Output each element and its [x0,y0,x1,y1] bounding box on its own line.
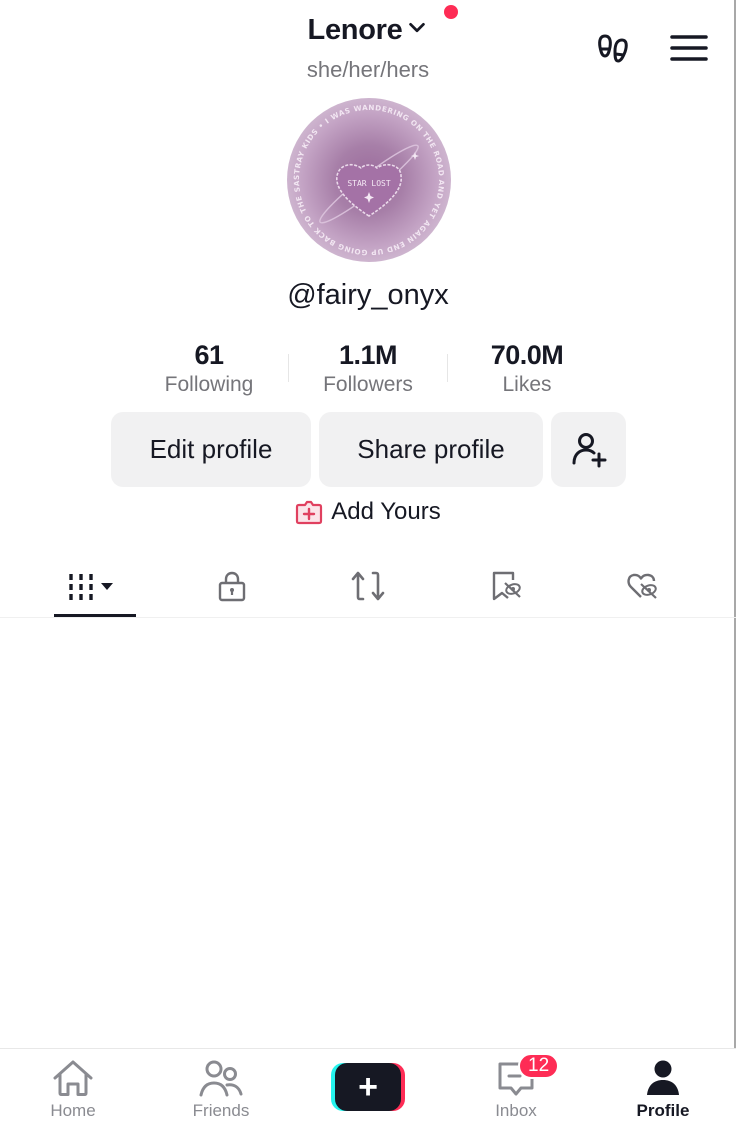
menu-icon [670,35,708,61]
inbox-badge: 12 [518,1053,560,1079]
active-tab-indicator [54,614,136,617]
stat-label: Followers [323,373,413,396]
stat-likes[interactable]: 70.0M Likes [448,340,606,404]
nav-profile[interactable]: Profile [613,1057,713,1121]
bookmark-hidden-icon [492,571,521,601]
profile-header: Lenore she/her/hers [0,0,736,90]
notification-dot [444,5,458,19]
profile-tabs [0,556,736,618]
bottom-navigation: Home Friends + Inbox 12 Profile [0,1048,736,1129]
stat-following[interactable]: 61 Following [130,340,288,404]
stat-value: 1.1M [338,340,398,370]
chevron-down-icon [406,14,428,47]
add-yours-link[interactable]: Add Yours [0,498,736,526]
profile-icon [647,1060,679,1095]
repost-icon [351,571,385,601]
stat-value: 61 [194,340,224,370]
nav-label: Profile [636,1101,690,1120]
create-plus-icon: + [335,1063,401,1111]
person-add-icon [572,432,606,467]
nav-label: Home [50,1101,96,1120]
heart-hidden-icon [627,573,657,599]
add-yours-label: Add Yours [331,498,441,525]
add-yours-icon [296,500,323,525]
stat-label: Following [164,373,254,396]
nav-label: Inbox [495,1101,537,1120]
tab-videos[interactable] [54,556,136,616]
nav-home[interactable]: Home [23,1057,123,1121]
username: Lenore [307,14,403,46]
create-button[interactable]: + [331,1063,405,1111]
tab-liked[interactable] [610,556,674,616]
avatar[interactable]: STRAY KIDS • I WAS WANDERING ON THE ROAD… [287,98,451,262]
profile-stats: 61 Following 1.1M Followers 70.0M Likes [130,340,606,404]
tab-reposts[interactable] [336,556,400,616]
nav-friends[interactable]: Friends [171,1057,271,1121]
friends-icon [199,1060,243,1097]
lock-icon [218,571,246,602]
grid-icon [69,574,113,600]
tab-private[interactable] [200,556,264,616]
add-friends-button[interactable] [551,412,626,487]
caret-down-icon [101,583,113,590]
tab-favorites[interactable] [474,556,538,616]
profile-handle: @fairy_onyx [287,279,449,311]
menu-button[interactable] [668,28,710,68]
home-icon [53,1060,93,1096]
footprints-icon [598,34,628,63]
stat-label: Likes [502,373,552,396]
avatar-center-text: STAR LOST [347,179,391,188]
stat-value: 70.0M [490,340,564,370]
nav-label: Friends [192,1101,250,1120]
video-grid-empty [0,619,734,1047]
stat-followers[interactable]: 1.1M Followers [289,340,447,404]
profile-views-button[interactable] [594,28,634,68]
edit-profile-button[interactable]: Edit profile [111,412,311,487]
account-switcher[interactable]: Lenore [308,14,429,47]
share-profile-button[interactable]: Share profile [319,412,543,487]
